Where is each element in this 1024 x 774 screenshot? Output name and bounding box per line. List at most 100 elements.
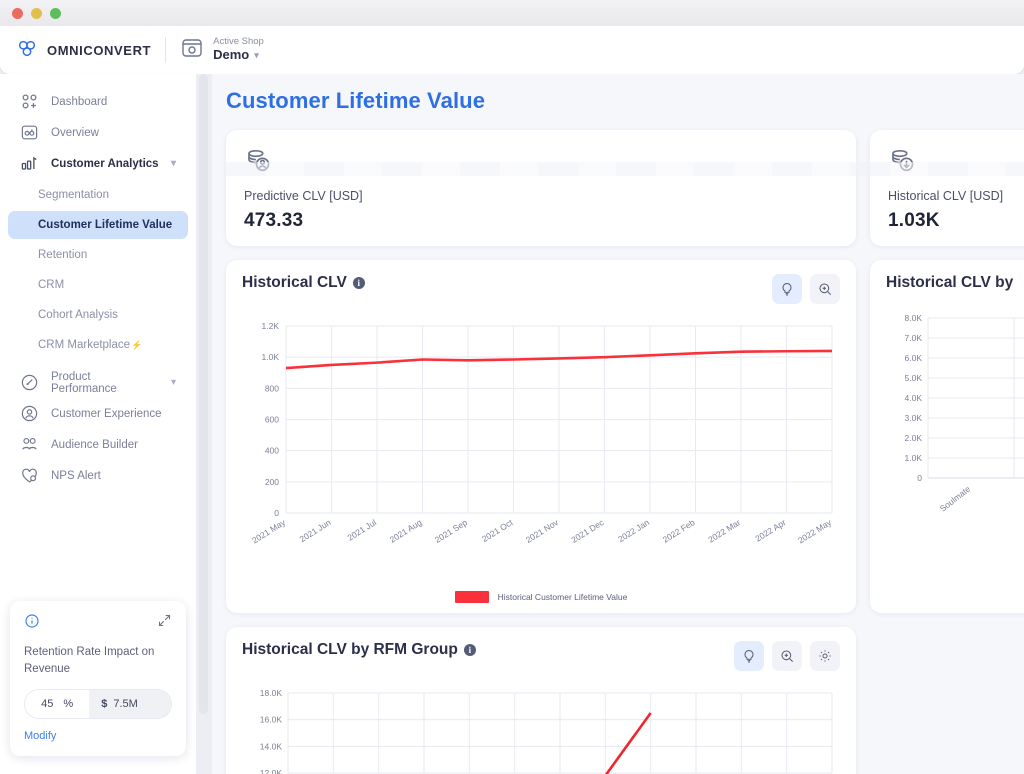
card-historical-clv-by-segment: Historical CLV by 0 1.0K 2.0K 3.0K 4.0K 5.0K 6…: [870, 260, 1024, 613]
card-header: Historical CLV by: [886, 274, 1024, 292]
card-header: Historical CLV by RFM Group i: [242, 641, 840, 671]
currency-symbol: $: [101, 698, 108, 710]
sidebar-item-nps-alert[interactable]: NPS Alert: [8, 460, 188, 491]
modify-link[interactable]: Modify: [24, 730, 172, 742]
svg-text:2021 Jul: 2021 Jul: [346, 517, 379, 543]
info-circle-icon[interactable]: i: [463, 644, 476, 656]
lightning-badge-icon: ⚡: [131, 339, 143, 350]
svg-text:12.0K: 12.0K: [260, 768, 283, 774]
sidebar-subitem-label: Segmentation: [38, 189, 109, 201]
overview-icon: [20, 123, 39, 142]
window-zoom-button[interactable]: [50, 7, 61, 19]
sidebar-subitem-crm[interactable]: CRM: [8, 271, 188, 299]
sidebar-subitem-retention[interactable]: Retention: [8, 241, 188, 269]
svg-text:1.0K: 1.0K: [262, 352, 280, 362]
svg-text:7.0K: 7.0K: [905, 333, 923, 343]
kpi-row: Predictive CLV [USD] 473.33 Historical C…: [212, 130, 1024, 246]
zoom-in-icon[interactable]: [772, 641, 802, 671]
historical-clv-by-segment-plot: 0 1.0K 2.0K 3.0K 4.0K 5.0K 6.0K 7.0K 8.0K Soulmat…: [886, 306, 1024, 603]
sidebar-subitem-cohort-analysis[interactable]: Cohort Analysis: [8, 301, 188, 329]
svg-text:2022 Feb: 2022 Feb: [661, 517, 697, 545]
svg-text:800: 800: [265, 383, 279, 393]
sidebar-item-dashboard[interactable]: Dashboard: [8, 86, 188, 117]
insight-bulb-icon[interactable]: [734, 641, 764, 671]
sidebar-item-customer-analytics[interactable]: Customer Analytics ▾: [8, 148, 188, 179]
historical-clv-line-chart: 0 200 400 600 800 1.0K 1.2K 2021 May 2021 Jun 202…: [250, 321, 834, 546]
settings-gear-icon[interactable]: [810, 641, 840, 671]
card-title: Historical CLV i: [242, 274, 365, 292]
sidebar-item-label: Product Performance: [51, 370, 117, 395]
kpi-label: Historical CLV [USD]: [888, 189, 1004, 203]
render-artifact-band: [226, 162, 1024, 176]
retention-percent-unit: %: [63, 698, 74, 710]
page-title: Customer Lifetime Value: [226, 88, 486, 113]
svg-text:6.0K: 6.0K: [905, 353, 923, 363]
insight-bulb-icon[interactable]: [772, 274, 802, 304]
svg-text:200: 200: [265, 477, 279, 487]
zoom-in-icon[interactable]: [810, 274, 840, 304]
card-actions: [772, 274, 840, 304]
bar-chart-icon: [20, 154, 39, 173]
brand-logo[interactable]: OMNICONVERT: [16, 37, 151, 64]
sidebar-item-customer-experience[interactable]: Customer Experience: [8, 398, 188, 429]
sidebar-subitem-customer-lifetime-value[interactable]: Customer Lifetime Value: [8, 211, 188, 239]
chevron-down-icon[interactable]: ▾: [171, 158, 176, 169]
svg-text:2021 Aug: 2021 Aug: [388, 517, 424, 545]
svg-text:2021 Sep: 2021 Sep: [433, 517, 469, 545]
card-title-text: Historical CLV by: [886, 274, 1014, 291]
sidebar-subitem-crm-marketplace[interactable]: CRM Marketplace ⚡: [8, 331, 188, 359]
top-navigation-bar: OMNICONVERT Active Shop Demo ▾: [0, 26, 1024, 74]
expand-diagonal-icon[interactable]: [157, 613, 172, 631]
svg-text:1.0K: 1.0K: [905, 453, 923, 463]
card-historical-clv-by-rfm-group: Historical CLV by RFM Group i 18.0K 16.0…: [226, 627, 856, 774]
kpi-value: 473.33: [244, 210, 304, 231]
page-scrollbar-thumb[interactable]: [199, 74, 208, 714]
window-titlebar: [0, 0, 1024, 26]
sidebar-item-label: Customer Analytics: [51, 157, 159, 170]
card-title-text: Historical CLV by RFM Group: [242, 641, 458, 658]
sidebar-item-label: Customer Experience: [51, 407, 162, 420]
info-circle-icon[interactable]: i: [352, 277, 365, 289]
chart-row: Historical CLV i 0 200 400 600 800 1.0K …: [212, 260, 1024, 613]
chevron-down-icon[interactable]: ▾: [254, 50, 259, 60]
omniconvert-logo-icon: [16, 37, 38, 64]
svg-text:0: 0: [274, 508, 279, 518]
sidebar: Dashboard Overview Customer Analytics ▾: [0, 74, 196, 774]
card-title-text: Historical CLV: [242, 274, 347, 291]
info-circle-icon[interactable]: [24, 613, 40, 634]
retention-impact-fields: 45 % $ 7.5M: [24, 689, 172, 719]
window-close-button[interactable]: [12, 7, 23, 19]
sidebar-item-overview[interactable]: Overview: [8, 117, 188, 148]
sidebar-item-label: Audience Builder: [51, 438, 138, 451]
active-shop-name: Demo ▾: [213, 46, 259, 62]
svg-text:16.0K: 16.0K: [260, 715, 283, 725]
svg-text:2022 May: 2022 May: [796, 517, 834, 546]
chevron-down-icon[interactable]: ▾: [171, 377, 176, 388]
historical-clv-plot: 0 200 400 600 800 1.0K 1.2K 2021 May 2021 Jun 202…: [242, 318, 840, 589]
svg-text:18.0K: 18.0K: [260, 688, 283, 698]
speedometer-icon: [20, 373, 39, 392]
sidebar-subitem-label: Cohort Analysis: [38, 309, 118, 321]
retention-revenue-value: 7.5M: [113, 698, 138, 710]
kpi-card-predictive-clv: Predictive CLV [USD] 473.33: [226, 130, 856, 246]
dashboard-grid-icon: [20, 92, 39, 111]
shop-icon: [180, 36, 204, 65]
card-actions: [734, 641, 840, 671]
chart-legend: Historical Customer Lifetime Value: [242, 591, 840, 603]
retention-percent-field[interactable]: 45 %: [25, 690, 90, 718]
active-shop-selector[interactable]: Active Shop Demo ▾: [180, 36, 264, 65]
retention-revenue-field[interactable]: $ 7.5M: [89, 690, 171, 718]
svg-text:8.0K: 8.0K: [905, 313, 923, 323]
svg-text:2021 Oct: 2021 Oct: [480, 517, 515, 544]
page-scrollbar[interactable]: [196, 74, 212, 774]
sidebar-subitem-label: CRM: [38, 279, 65, 291]
svg-text:2.0K: 2.0K: [905, 433, 923, 443]
svg-text:5.0K: 5.0K: [905, 373, 923, 383]
sidebar-item-product-performance[interactable]: Product Performance ▾: [8, 367, 188, 398]
card-title: Historical CLV by RFM Group i: [242, 641, 476, 659]
sidebar-item-audience-builder[interactable]: Audience Builder: [8, 429, 188, 460]
legend-label: Historical Customer Lifetime Value: [497, 592, 628, 602]
sidebar-subitem-segmentation[interactable]: Segmentation: [8, 181, 188, 209]
window-minimize-button[interactable]: [31, 7, 42, 19]
retention-impact-card: Retention Rate Impact on Revenue 45 % $ …: [10, 600, 186, 756]
